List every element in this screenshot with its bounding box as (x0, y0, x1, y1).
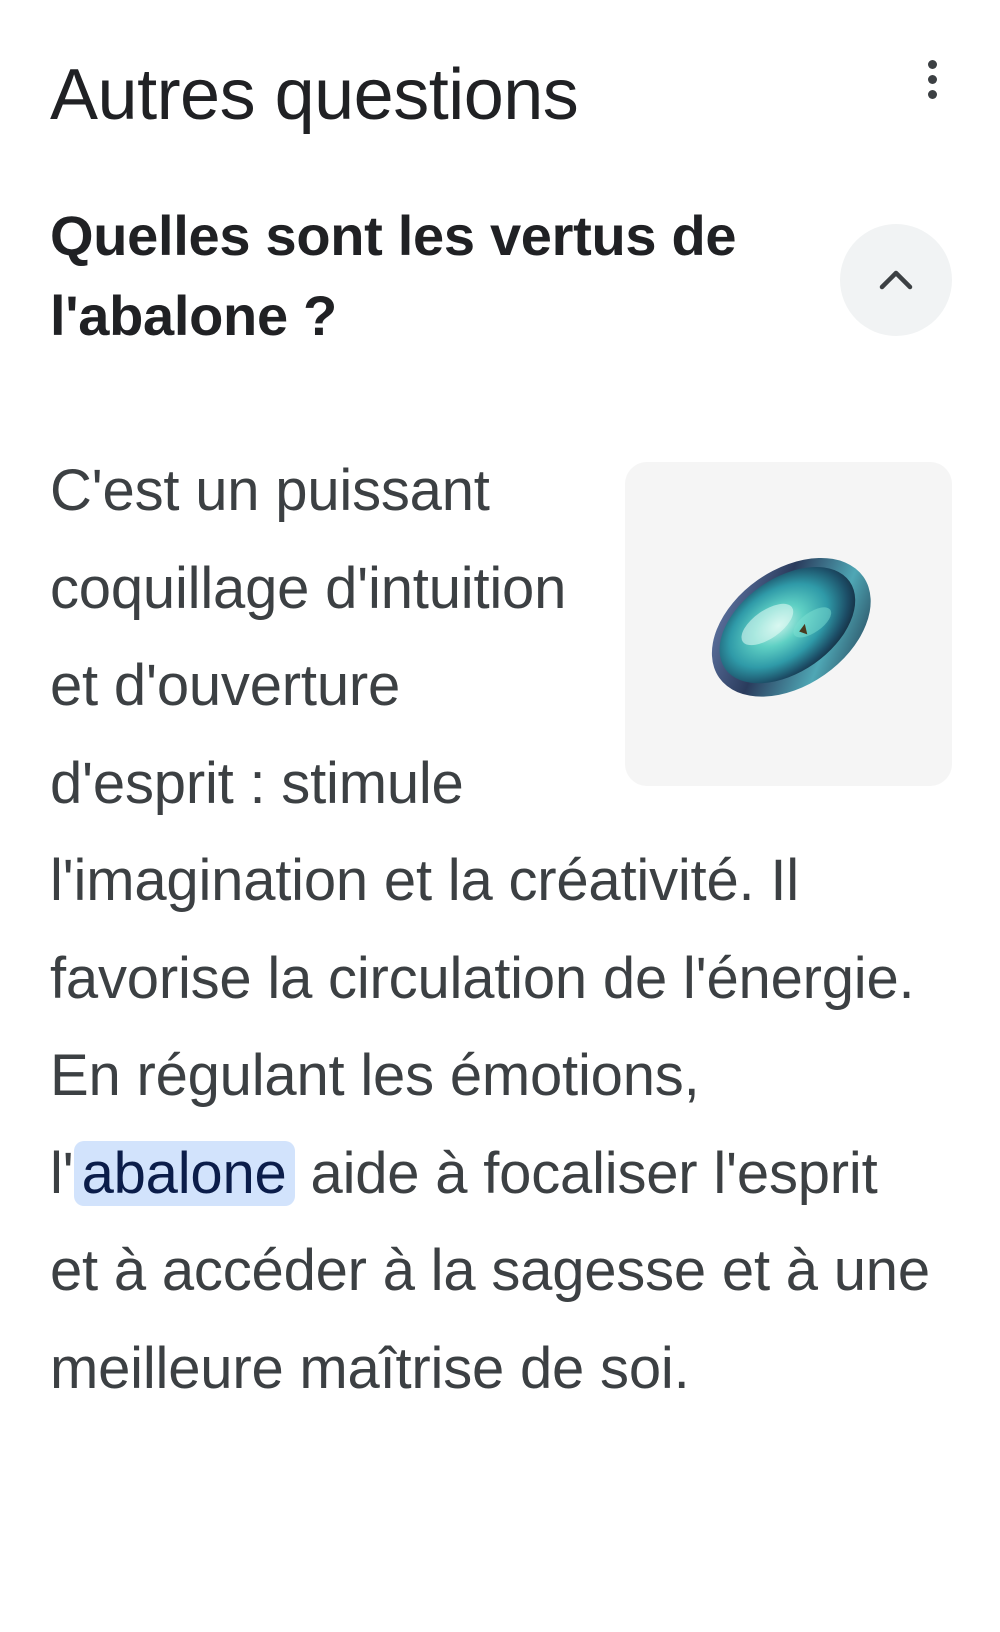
answer-text: C'est un puissant coquillage d'intuition… (50, 442, 930, 1417)
question-heading[interactable]: Quelles sont les vertus de l'abalone ? (50, 196, 770, 356)
more-vert-icon (927, 59, 937, 69)
chevron-up-icon (879, 270, 913, 290)
highlighted-term: abalone (73, 1140, 295, 1206)
collapse-button[interactable] (840, 224, 952, 336)
more-options-button[interactable] (905, 52, 959, 106)
section-title: Autres questions (50, 55, 579, 135)
